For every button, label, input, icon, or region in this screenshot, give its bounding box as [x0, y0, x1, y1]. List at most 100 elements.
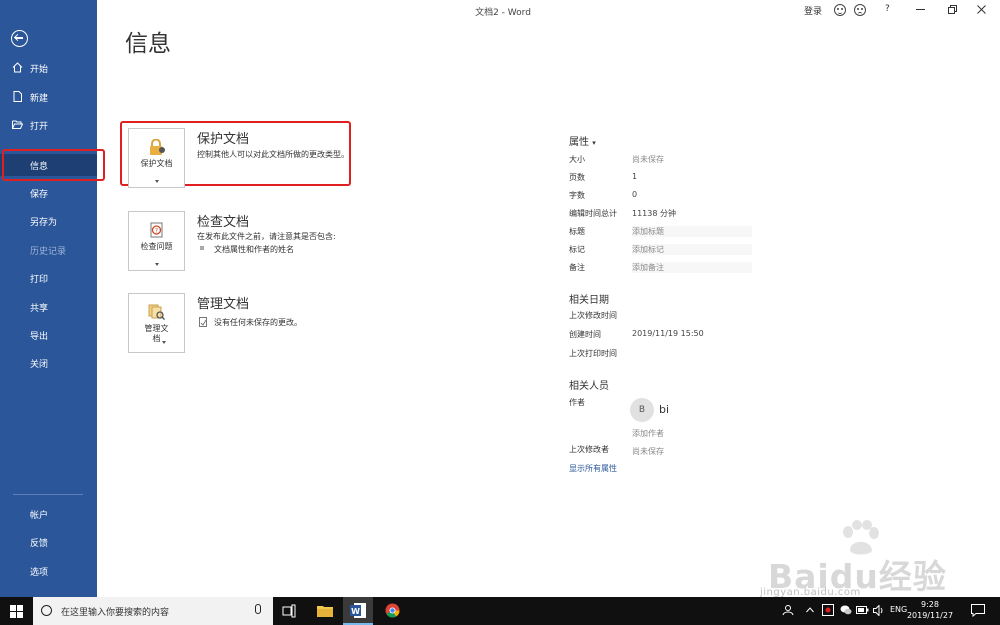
action-center-icon[interactable]: [971, 604, 985, 617]
nav-share[interactable]: 共享: [0, 296, 97, 318]
svg-text:?: ?: [155, 228, 158, 235]
show-hidden-icons-icon[interactable]: [806, 607, 814, 613]
prop-size-value: 尚未保存: [632, 155, 664, 164]
prop-edit-time-label: 编辑时间总计: [569, 209, 617, 218]
nav-export-label: 导出: [30, 331, 49, 342]
prop-title-field[interactable]: 添加标题: [632, 226, 752, 237]
word-taskbar-button[interactable]: W: [343, 597, 373, 625]
manage-document-button-label-line2: 档: [152, 334, 161, 343]
dropdown-caret-icon: [155, 180, 159, 183]
prop-tags-label: 标记: [569, 245, 585, 254]
prop-words-value: 0: [632, 190, 638, 199]
smile-feedback-icon[interactable]: [834, 4, 846, 16]
nav-account[interactable]: 帐户: [0, 503, 97, 525]
people-icon[interactable]: [782, 604, 794, 616]
prop-comments-field[interactable]: 添加备注: [632, 262, 752, 273]
svg-text:W: W: [351, 607, 360, 616]
folder-icon: [317, 606, 333, 617]
nav-history: 历史记录: [0, 239, 97, 261]
screen-capture-icon[interactable]: [822, 604, 834, 616]
add-author-link[interactable]: 添加作者: [632, 428, 664, 439]
author-name[interactable]: bi: [659, 403, 669, 416]
nav-export[interactable]: 导出: [0, 324, 97, 346]
sidebar-divider: [13, 494, 83, 495]
properties-heading[interactable]: 属性 ▾: [569, 133, 596, 148]
frown-feedback-icon[interactable]: [854, 4, 866, 16]
nav-history-label: 历史记录: [30, 246, 67, 257]
nav-open[interactable]: 打开: [0, 114, 97, 136]
manage-document-button-label: 管理文 档: [129, 324, 184, 344]
nav-options-label: 选项: [30, 567, 49, 578]
dropdown-caret-icon: [155, 263, 159, 266]
file-explorer-taskbar-button[interactable]: [310, 597, 340, 625]
microphone-icon[interactable]: [255, 604, 261, 614]
battery-icon[interactable]: [856, 606, 869, 615]
manage-document-button[interactable]: 管理文 档: [128, 293, 185, 353]
author-label: 作者: [569, 398, 585, 407]
windows-start-icon[interactable]: [10, 605, 23, 618]
nav-print[interactable]: 打印: [0, 267, 97, 289]
nav-options[interactable]: 选项: [0, 560, 97, 582]
related-people-heading: 相关人员: [569, 381, 609, 392]
backstage-sidebar: 开始 新建 打开 信息 保存 另存为 历史记录 打印 共享 导出 关闭 帐户 反…: [0, 0, 97, 597]
manage-document-button-label-line1: 管理文: [144, 324, 169, 333]
prop-pages-label: 页数: [569, 173, 585, 182]
restore-icon[interactable]: [948, 5, 957, 14]
author-avatar[interactable]: B: [630, 398, 654, 422]
lock-key-icon: [150, 139, 165, 155]
nav-save-as-label: 另存为: [30, 217, 58, 228]
inspect-document-desc: 在发布此文件之前，请注意其是否包含:: [197, 232, 336, 241]
prop-edit-time-value: 11138 分钟: [632, 209, 676, 218]
created-label: 创建时间: [569, 330, 601, 339]
nav-save[interactable]: 保存: [0, 182, 97, 204]
nav-home[interactable]: 开始: [0, 57, 97, 79]
nav-new[interactable]: 新建: [0, 86, 97, 108]
check-for-issues-button[interactable]: ? 检查问题: [128, 211, 185, 271]
nav-feedback[interactable]: 反馈: [0, 531, 97, 553]
prop-tags-field[interactable]: 添加标记: [632, 244, 752, 255]
last-modified-label: 上次修改时间: [569, 311, 617, 320]
login-link[interactable]: 登录: [804, 4, 822, 17]
close-icon[interactable]: [977, 5, 986, 14]
windows-taskbar: 在这里输入你要搜索的内容 W ENG 9:28 2019/11/27: [0, 597, 1000, 625]
taskbar-clock[interactable]: 9:28 2019/11/27: [902, 599, 958, 621]
task-view-icon[interactable]: [282, 604, 296, 618]
volume-icon[interactable]: [873, 605, 885, 616]
last-modified-by-label: 上次修改者: [569, 445, 609, 454]
nav-open-label: 打开: [30, 121, 49, 132]
wechat-icon[interactable]: [840, 605, 852, 615]
protect-document-button-label: 保护文档: [140, 159, 173, 168]
manage-document-icon: [148, 304, 166, 321]
nav-close[interactable]: 关闭: [0, 352, 97, 374]
nav-save-as[interactable]: 另存为: [0, 210, 97, 232]
protect-document-button[interactable]: 保护文档: [128, 128, 185, 188]
prop-title-label: 标题: [569, 227, 585, 236]
show-all-properties-link[interactable]: 显示所有属性: [569, 463, 617, 474]
minimize-icon[interactable]: [916, 9, 925, 11]
chevron-down-icon: ▾: [592, 139, 596, 147]
nav-feedback-label: 反馈: [30, 538, 49, 549]
folder-open-icon: [12, 120, 23, 129]
nav-home-label: 开始: [30, 64, 49, 75]
taskbar-search-placeholder: 在这里输入你要搜索的内容: [61, 608, 170, 618]
dropdown-caret-icon: [162, 341, 166, 344]
prop-size-label: 大小: [569, 155, 585, 164]
manage-document-title: 管理文档: [197, 297, 250, 312]
nav-save-label: 保存: [30, 189, 49, 200]
created-value: 2019/11/19 15:50: [632, 329, 704, 338]
clock-time: 9:28: [921, 600, 939, 609]
prop-pages-value: 1: [632, 172, 638, 181]
back-arrow-icon[interactable]: [11, 30, 28, 47]
nav-close-label: 关闭: [30, 359, 49, 370]
help-button[interactable]: ?: [885, 4, 890, 14]
protect-document-desc: 控制其他人可以对此文档所做的更改类型。: [197, 150, 349, 159]
last-printed-label: 上次打印时间: [569, 349, 617, 358]
nav-account-label: 帐户: [30, 510, 49, 521]
highlight-info-box: [2, 149, 105, 181]
author-avatar-initial: B: [638, 405, 646, 415]
prop-words-label: 字数: [569, 191, 585, 200]
inspect-document-title: 检查文档: [197, 215, 250, 230]
word-icon: W: [350, 603, 366, 618]
chrome-taskbar-button[interactable]: [377, 597, 407, 625]
taskbar-search-input[interactable]: 在这里输入你要搜索的内容: [33, 597, 273, 625]
